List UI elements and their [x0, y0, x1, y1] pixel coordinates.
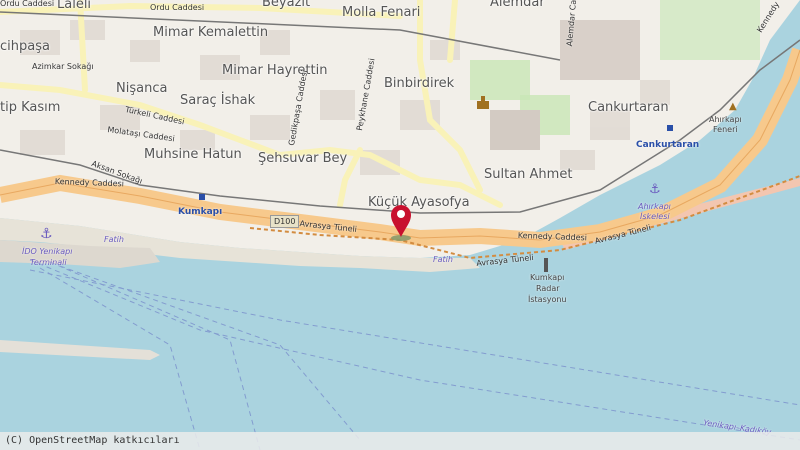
label-radar-1: Kumkapı — [530, 273, 565, 282]
station-cankurtaran[interactable]: Cankurtaran — [636, 141, 699, 150]
label-ordu-caddesi: Ordu Caddesi — [150, 3, 205, 12]
label-nisanca: Nişanca — [116, 81, 168, 96]
label-ahirkapi-iskelesi-2[interactable]: İskelesi — [640, 213, 670, 221]
label-laleli: Laleli — [57, 0, 92, 12]
label-kucuk-ayasofya: Küçük Ayasofya — [368, 195, 470, 210]
label-ahirkapi-iskelesi-1[interactable]: Ahırkapı — [638, 203, 671, 211]
label-ahirkapi-feneri-2: Feneri — [713, 125, 738, 134]
map-view[interactable]: Laleli Beyazıt Molla Fenari Alemdar cihp… — [0, 0, 800, 450]
label-beyazit: Beyazıt — [262, 0, 311, 10]
label-kasim: tip Kasım — [0, 100, 61, 115]
label-ahirkapi-feneri-1: Ahırkapı — [709, 115, 742, 124]
label-cankurtaran: Cankurtaran — [588, 100, 669, 115]
location-pin-icon[interactable] — [389, 203, 413, 241]
label-ordu-caddesi-left: Ordu Caddesi — [0, 0, 55, 8]
label-azimkar-sokagi: Azimkar Sokağı — [32, 62, 94, 71]
lighthouse-icon: ▲ — [729, 101, 737, 112]
anchor-icon: ⚓ — [40, 226, 53, 242]
label-sarac-ishak: Saraç İshak — [180, 93, 256, 108]
label-muhsine-hatun: Muhsine Hatun — [144, 147, 242, 162]
radar-tower-icon — [544, 258, 548, 272]
label-mimar-hayrettin: Mimar Hayrettin — [222, 63, 328, 78]
label-fatih-1: Fatih — [104, 235, 124, 244]
label-sultan-ahmet: Sultan Ahmet — [484, 167, 573, 182]
station-kumkapi[interactable]: Kumkapı — [178, 208, 222, 217]
label-alemdar: Alemdar — [490, 0, 545, 10]
anchor-icon-ahirkapi: ⚓ — [649, 182, 661, 197]
label-sehsuvar-bey: Şehsuvar Bey — [258, 151, 348, 166]
label-molla-fenari: Molla Fenari — [342, 5, 421, 20]
label-binbirdirek: Binbirdirek — [384, 76, 455, 91]
map-attribution[interactable]: (C) OpenStreetMap katkıcıları — [0, 432, 800, 450]
road-shield-d100: D100 — [270, 215, 300, 228]
label-ido-yenikapi[interactable]: İDO Yenikapı — [22, 248, 72, 256]
label-ido-terminali[interactable]: Terminali — [30, 259, 67, 267]
label-radar-2: Radar — [536, 284, 560, 293]
label-fatih-2: Fatih — [433, 255, 453, 264]
label-cihpasa: cihpaşa — [0, 39, 50, 54]
label-mimar-kemalettin: Mimar Kemalettin — [153, 25, 269, 40]
label-radar-3: İstasyonu — [528, 295, 567, 304]
